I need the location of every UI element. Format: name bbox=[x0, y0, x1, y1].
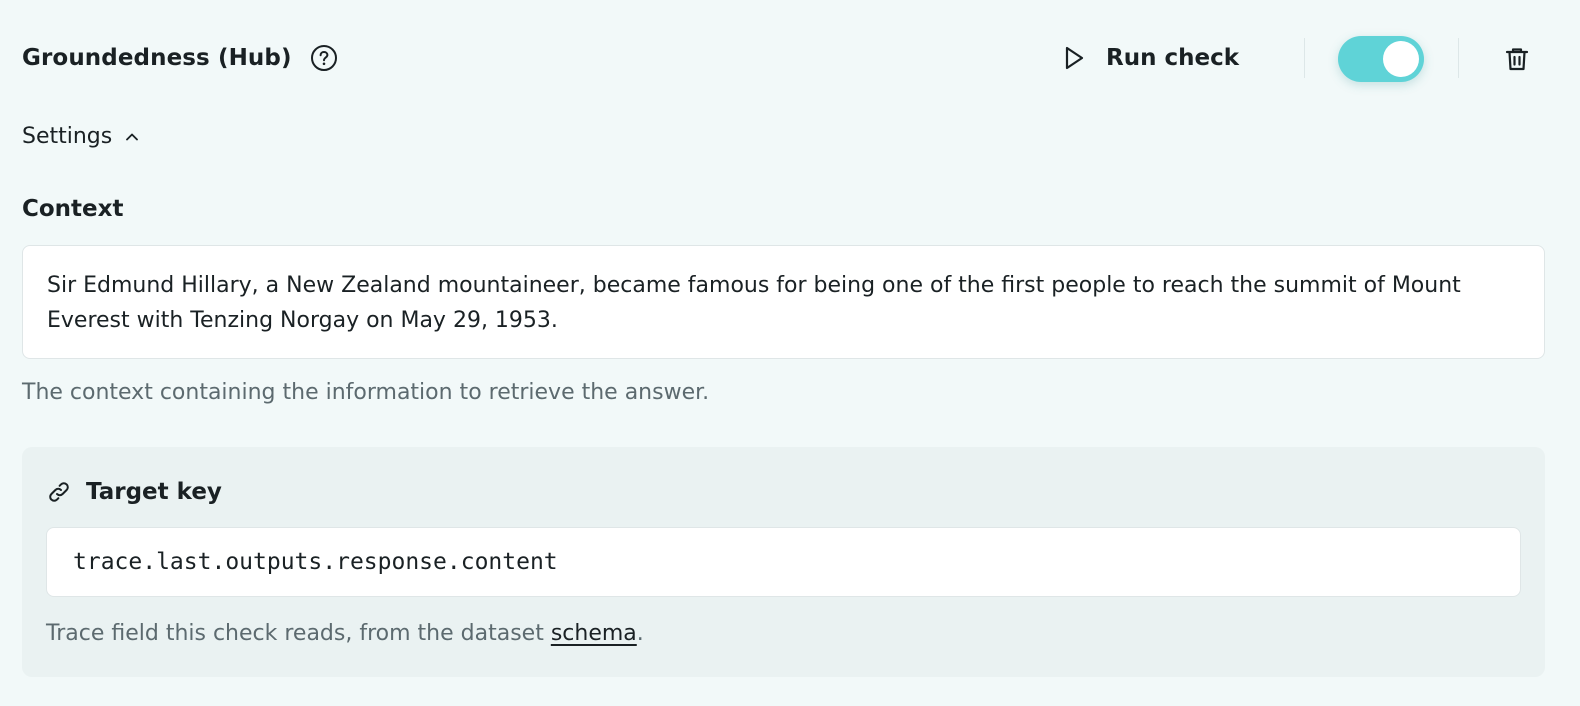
target-help-suffix: . bbox=[636, 621, 644, 646]
schema-link[interactable]: schema bbox=[551, 621, 637, 646]
check-title: Groundedness (Hub) bbox=[22, 45, 292, 71]
target-key-help-text: Trace field this check reads, from the d… bbox=[46, 621, 644, 646]
target-key-label: Target key bbox=[86, 479, 222, 505]
context-help-text: The context containing the information t… bbox=[22, 380, 710, 405]
header-divider bbox=[1304, 38, 1305, 78]
context-label: Context bbox=[22, 196, 124, 222]
delete-button[interactable] bbox=[1502, 44, 1532, 74]
target-key-header: Target key bbox=[46, 479, 222, 505]
trash-icon bbox=[1505, 48, 1529, 71]
toggle-knob bbox=[1383, 41, 1419, 77]
title-group: Groundedness (Hub) bbox=[22, 44, 338, 72]
context-textarea[interactable]: Sir Edmund Hillary, a New Zealand mounta… bbox=[22, 245, 1545, 359]
target-help-prefix: Trace field this check reads, from the d… bbox=[46, 621, 551, 646]
settings-toggle[interactable]: Settings bbox=[22, 124, 140, 149]
link-icon bbox=[46, 479, 72, 505]
check-header: Groundedness (Hub) Run check bbox=[22, 36, 1542, 84]
settings-label: Settings bbox=[22, 124, 113, 149]
run-check-button[interactable]: Run check bbox=[1060, 40, 1239, 76]
target-key-panel: Target key Trace field this check reads,… bbox=[22, 447, 1545, 677]
target-key-input[interactable] bbox=[46, 527, 1521, 597]
run-check-label: Run check bbox=[1106, 45, 1240, 71]
help-circle-icon[interactable] bbox=[310, 44, 338, 72]
play-icon bbox=[1060, 44, 1088, 72]
header-divider bbox=[1458, 38, 1459, 78]
enable-toggle[interactable] bbox=[1338, 36, 1424, 82]
check-card: Groundedness (Hub) Run check Settings Co… bbox=[0, 0, 1580, 706]
chevron-up-icon bbox=[124, 129, 140, 145]
